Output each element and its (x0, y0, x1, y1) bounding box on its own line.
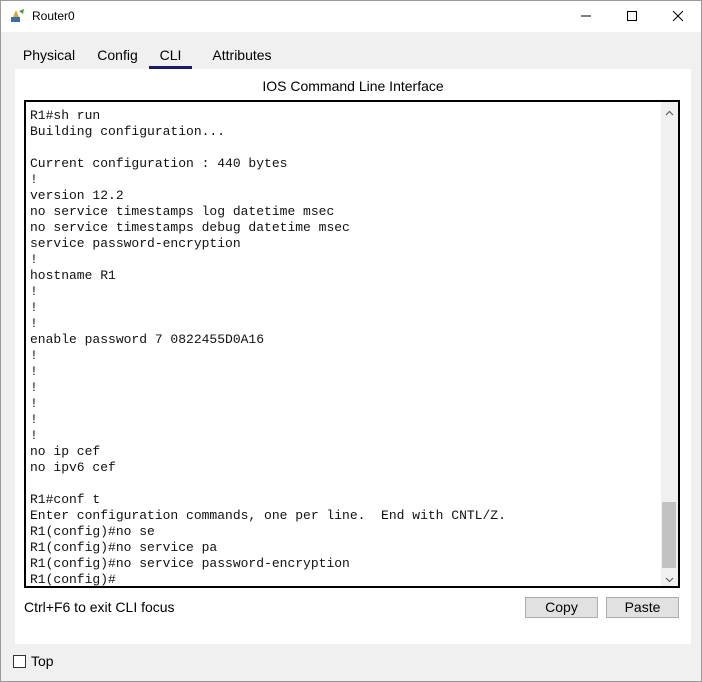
console-line: Building configuration... (30, 124, 226, 139)
minimize-icon (580, 9, 592, 25)
console-line: hostname R1 (30, 268, 116, 283)
tab-attributes[interactable]: Attributes (198, 39, 286, 69)
cli-heading: IOS Command Line Interface (262, 78, 444, 94)
chevron-up-icon (665, 103, 674, 119)
top-label: Top (31, 653, 54, 669)
console-line: ! (30, 284, 38, 299)
console-line: version 12.2 (30, 188, 124, 203)
console-output[interactable]: R1#sh run Building configuration... Curren… (30, 108, 660, 587)
maximize-button[interactable] (609, 1, 655, 32)
router-device-icon (10, 8, 26, 24)
focus-hint: Ctrl+F6 to exit CLI focus (24, 599, 175, 615)
maximize-icon (626, 9, 638, 25)
tab-cli[interactable]: CLI (149, 39, 192, 69)
console-line: R1#conf t (30, 492, 101, 507)
console-line: ! (30, 396, 38, 411)
console-line: ! (30, 252, 38, 267)
console-line: enable password 7 0822455D0A16 (30, 332, 265, 347)
tab-physical[interactable]: Physical (15, 39, 83, 69)
console-line: ! (30, 316, 38, 331)
console-line: no ip cef (30, 444, 101, 459)
console-line: ! (30, 364, 38, 379)
scroll-down-button[interactable] (661, 569, 678, 586)
tab-label: Config (97, 47, 138, 63)
console-line: R1(config)#no service password-encryptio… (30, 556, 350, 571)
console-line: ! (30, 428, 38, 443)
tab-bar: Physical Config CLI Attributes (15, 39, 691, 69)
cli-console[interactable]: R1#sh run Building configuration... Curren… (24, 100, 680, 588)
console-line: R1(config)#no service pa (30, 540, 218, 555)
console-line: ! (30, 380, 38, 395)
scroll-thumb[interactable] (662, 502, 676, 568)
console-line: service password-encryption (30, 236, 241, 251)
tab-config[interactable]: Config (90, 39, 145, 69)
close-icon (672, 9, 684, 25)
console-line: no service timestamps debug datetime mse… (30, 220, 350, 235)
copy-button[interactable]: Copy (525, 597, 598, 618)
chevron-down-icon (665, 570, 674, 586)
console-line: no service timestamps log datetime msec (30, 204, 335, 219)
tab-label: Attributes (212, 47, 272, 63)
cli-panel: IOS Command Line Interface R1#sh run Buil… (15, 69, 691, 644)
console-line: R1(config)#no se (30, 524, 155, 539)
minimize-button[interactable] (563, 1, 609, 32)
title-bar[interactable]: Router0 (1, 1, 701, 32)
tab-label: Physical (22, 47, 76, 63)
console-line: ! (30, 412, 38, 427)
console-line: R1(config)# (30, 572, 116, 587)
console-line: ! (30, 348, 38, 363)
close-button[interactable] (655, 1, 701, 32)
console-line: R1#sh run (30, 108, 101, 123)
console-line: ! (30, 172, 38, 187)
top-toggle[interactable]: Top (13, 652, 54, 670)
console-scrollbar[interactable] (661, 102, 678, 586)
tab-label: CLI (159, 47, 182, 63)
top-checkbox[interactable] (13, 654, 26, 668)
console-line: Current configuration : 440 bytes (30, 156, 288, 171)
console-line: ! (30, 300, 38, 315)
router-window: Router0 Physical Config CLI Attributes I… (0, 0, 702, 682)
console-line: Enter configuration commands, one per li… (30, 508, 506, 523)
window-title: Router0 (32, 9, 75, 23)
paste-button[interactable]: Paste (606, 597, 679, 618)
console-line: no ipv6 cef (30, 460, 116, 475)
scroll-up-button[interactable] (661, 102, 678, 119)
